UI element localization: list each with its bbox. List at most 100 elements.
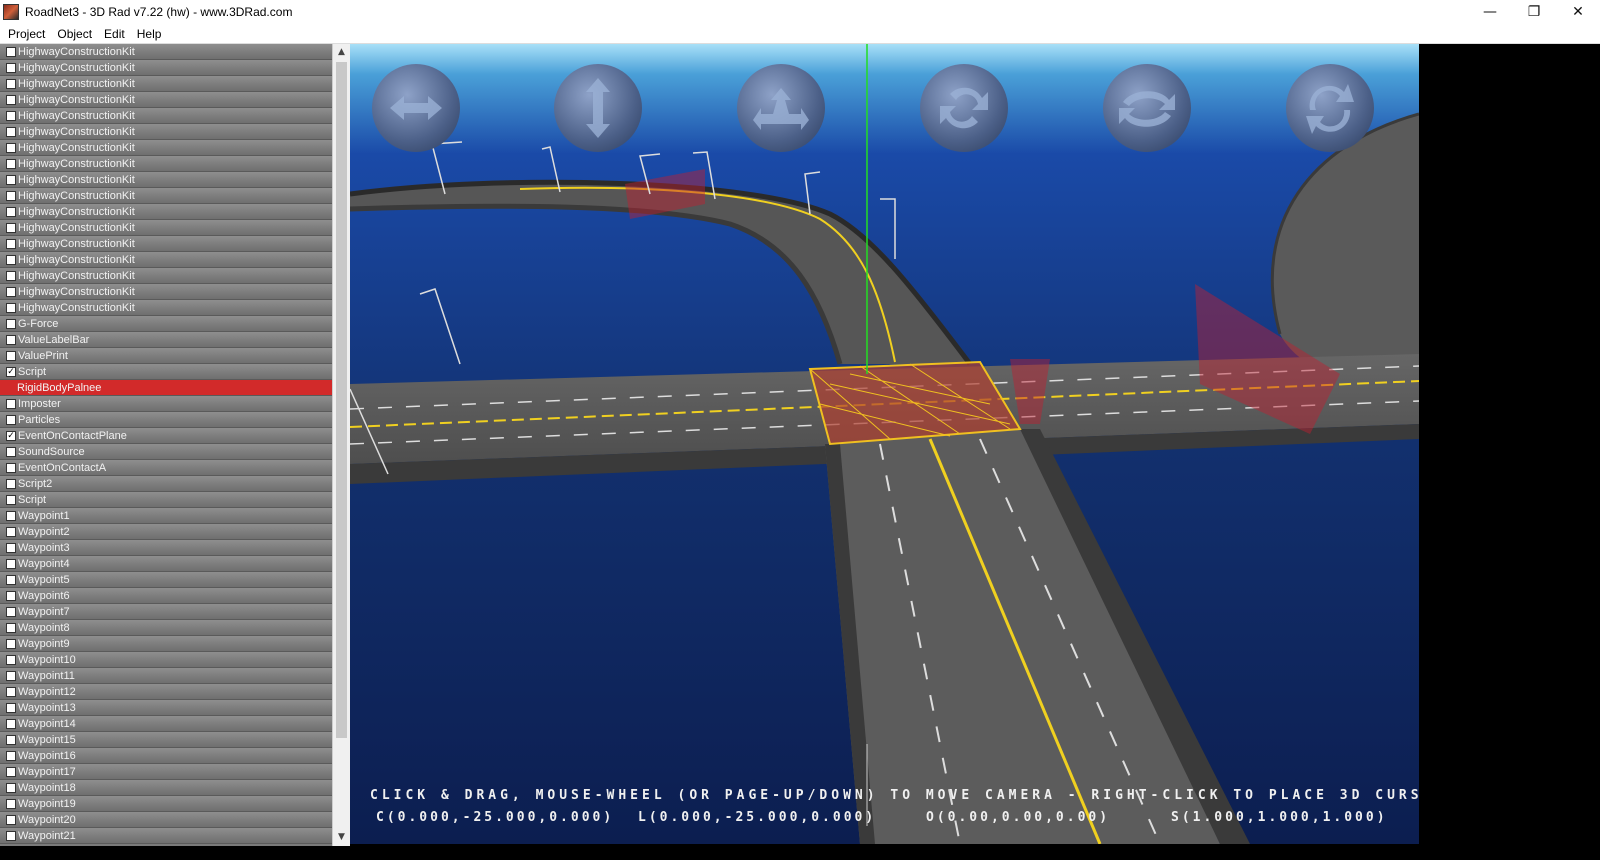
visibility-checkbox[interactable] — [6, 590, 16, 601]
object-list-item[interactable]: Waypoint21 — [0, 828, 332, 844]
object-list-item[interactable]: Waypoint3 — [0, 540, 332, 556]
visibility-checkbox[interactable] — [6, 286, 16, 297]
object-list-item[interactable]: HighwayConstructionKit — [0, 300, 332, 316]
object-list-item[interactable]: HighwayConstructionKit — [0, 268, 332, 284]
visibility-checkbox[interactable] — [6, 622, 16, 633]
visibility-checkbox[interactable] — [6, 814, 16, 825]
gizmo-rotate-x-button[interactable] — [1103, 64, 1191, 152]
object-list-item[interactable]: HighwayConstructionKit — [0, 252, 332, 268]
object-list-item[interactable]: Waypoint1 — [0, 508, 332, 524]
visibility-checkbox[interactable] — [6, 94, 16, 105]
menu-help[interactable]: Help — [137, 27, 162, 41]
visibility-checkbox[interactable] — [6, 46, 16, 57]
visibility-checkbox[interactable] — [6, 270, 16, 281]
visibility-checkbox[interactable]: ✓ — [6, 430, 16, 441]
object-list-item[interactable]: HighwayConstructionKit — [0, 60, 332, 76]
object-list-item[interactable]: Waypoint17 — [0, 764, 332, 780]
object-list-item[interactable]: Waypoint20 — [0, 812, 332, 828]
visibility-checkbox[interactable] — [6, 78, 16, 89]
object-list-item[interactable]: Waypoint19 — [0, 796, 332, 812]
visibility-checkbox[interactable] — [6, 398, 16, 409]
object-list-item[interactable]: EventOnContactA — [0, 460, 332, 476]
scroll-up-icon[interactable]: ▲ — [333, 44, 350, 61]
visibility-checkbox[interactable] — [6, 222, 16, 233]
object-list-item[interactable]: Waypoint2 — [0, 524, 332, 540]
visibility-checkbox[interactable] — [6, 190, 16, 201]
visibility-checkbox[interactable] — [6, 574, 16, 585]
object-list-item[interactable]: HighwayConstructionKit — [0, 140, 332, 156]
visibility-checkbox[interactable] — [6, 126, 16, 137]
visibility-checkbox[interactable] — [6, 206, 16, 217]
visibility-checkbox[interactable] — [6, 606, 16, 617]
object-list-item[interactable]: Waypoint6 — [0, 588, 332, 604]
visibility-checkbox[interactable] — [6, 254, 16, 265]
visibility-checkbox[interactable] — [6, 414, 16, 425]
object-list-item[interactable]: Waypoint18 — [0, 780, 332, 796]
menu-object[interactable]: Object — [57, 27, 92, 41]
object-list-item[interactable]: Script2 — [0, 476, 332, 492]
object-list-item[interactable]: Waypoint5 — [0, 572, 332, 588]
visibility-checkbox[interactable] — [6, 798, 16, 809]
menu-project[interactable]: Project — [8, 27, 45, 41]
object-list-item[interactable]: HighwayConstructionKit — [0, 188, 332, 204]
object-list-item[interactable]: Waypoint15 — [0, 732, 332, 748]
visibility-checkbox[interactable] — [6, 174, 16, 185]
visibility-checkbox[interactable] — [6, 158, 16, 169]
object-list-item[interactable]: G-Force — [0, 316, 332, 332]
gizmo-move-depth-button[interactable] — [737, 64, 825, 152]
object-list-item[interactable]: Waypoint10 — [0, 652, 332, 668]
object-list-item[interactable]: Waypoint13 — [0, 700, 332, 716]
object-list-item[interactable]: Waypoint9 — [0, 636, 332, 652]
visibility-checkbox[interactable] — [6, 654, 16, 665]
object-list-item[interactable]: HighwayConstructionKit — [0, 284, 332, 300]
object-list-item[interactable]: ✓ EventOnContactPlane — [0, 428, 332, 444]
visibility-checkbox[interactable] — [6, 238, 16, 249]
visibility-checkbox[interactable] — [6, 702, 16, 713]
visibility-checkbox[interactable] — [6, 782, 16, 793]
visibility-checkbox[interactable] — [6, 446, 16, 457]
visibility-checkbox[interactable] — [6, 734, 16, 745]
visibility-checkbox[interactable] — [6, 830, 16, 841]
visibility-checkbox[interactable] — [6, 62, 16, 73]
visibility-checkbox[interactable] — [6, 110, 16, 121]
object-list-item[interactable]: HighwayConstructionKit — [0, 76, 332, 92]
visibility-checkbox[interactable]: ✓ — [6, 366, 16, 377]
gizmo-move-vertical-button[interactable] — [554, 64, 642, 152]
object-list-item[interactable]: RigidBodyPalnee — [0, 380, 332, 396]
object-list-item[interactable]: Particles — [0, 412, 332, 428]
object-list-item[interactable]: Waypoint8 — [0, 620, 332, 636]
visibility-checkbox[interactable] — [6, 334, 16, 345]
3d-viewport[interactable]: CLICK & DRAG, MOUSE-WHEEL (OR PAGE-UP/DO… — [350, 44, 1419, 844]
object-list-item[interactable]: ✓ Script — [0, 364, 332, 380]
scroll-thumb[interactable] — [336, 62, 347, 738]
object-list-item[interactable]: HighwayConstructionKit — [0, 220, 332, 236]
object-list-scrollbar[interactable]: ▲ ▼ — [332, 44, 350, 846]
visibility-checkbox[interactable] — [6, 462, 16, 473]
visibility-checkbox[interactable] — [6, 510, 16, 521]
object-list-item[interactable]: Waypoint4 — [0, 556, 332, 572]
visibility-checkbox[interactable] — [6, 670, 16, 681]
visibility-checkbox[interactable] — [6, 750, 16, 761]
scroll-down-icon[interactable]: ▼ — [333, 829, 350, 846]
object-list-item[interactable]: SoundSource — [0, 444, 332, 460]
object-list-item[interactable]: ValueLabelBar — [0, 332, 332, 348]
visibility-checkbox[interactable] — [6, 318, 16, 329]
object-list-item[interactable]: HighwayConstructionKit — [0, 92, 332, 108]
close-button[interactable]: ✕ — [1556, 0, 1600, 24]
gizmo-rotate-z-button[interactable] — [1286, 64, 1374, 152]
visibility-checkbox[interactable] — [6, 558, 16, 569]
minimize-button[interactable]: — — [1468, 0, 1512, 24]
visibility-checkbox[interactable] — [6, 542, 16, 553]
object-list-item[interactable]: HighwayConstructionKit — [0, 124, 332, 140]
object-list-item[interactable]: HighwayConstructionKit — [0, 204, 332, 220]
object-list-item[interactable]: ValuePrint — [0, 348, 332, 364]
menu-edit[interactable]: Edit — [104, 27, 125, 41]
visibility-checkbox[interactable] — [6, 142, 16, 153]
object-list-item[interactable]: Imposter — [0, 396, 332, 412]
visibility-checkbox[interactable] — [6, 638, 16, 649]
visibility-checkbox[interactable] — [6, 302, 16, 313]
visibility-checkbox[interactable] — [6, 494, 16, 505]
object-list-item[interactable]: HighwayConstructionKit — [0, 236, 332, 252]
restore-button[interactable]: ❐ — [1512, 0, 1556, 24]
object-list-item[interactable]: Waypoint11 — [0, 668, 332, 684]
